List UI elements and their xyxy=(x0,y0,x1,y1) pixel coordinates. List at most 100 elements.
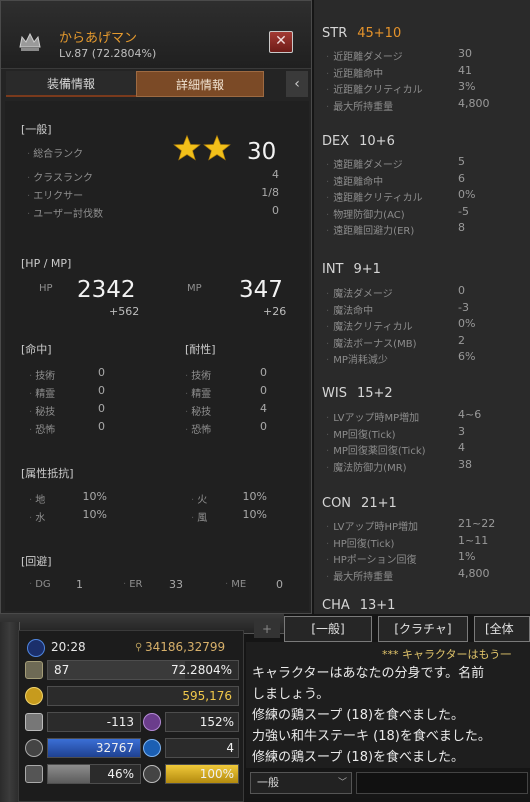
stat-row-value: 30 xyxy=(458,47,472,60)
stat-row-label: 魔法クリティカル xyxy=(326,318,412,333)
stat-row-label: 近距離クリティカル xyxy=(326,81,422,96)
rank-label: 総合ランク xyxy=(27,145,83,160)
resist-value: 0 xyxy=(260,420,267,433)
stat-row-value: 1% xyxy=(458,550,476,563)
stat-row-label: 近距離ダメージ xyxy=(326,48,403,63)
stat-row-label: 魔法ボーナス(MB) xyxy=(326,335,416,350)
element-value: 10% xyxy=(82,508,107,521)
stat-row-label: MP回復薬回復(Tick) xyxy=(326,442,425,457)
element-label: 地 xyxy=(29,491,45,506)
class-rank-label: クラスランク xyxy=(27,169,93,184)
exp-bar: 87 72.2804% xyxy=(47,660,239,680)
stat-row-value: 21~22 xyxy=(458,517,496,530)
chevron-down-icon: ﹀ xyxy=(337,778,347,788)
evasion-title: [回避] xyxy=(21,555,52,568)
element-value: 10% xyxy=(242,490,267,503)
stat-row-label: 魔法ダメージ xyxy=(326,285,393,300)
stat-row-value: 4,800 xyxy=(458,96,490,110)
user-kills-label: ユーザー討伐数 xyxy=(27,205,103,220)
chat-log[interactable]: *** キャラクターはもう一 キャラクターはあなたの分身です。名前 しましょう。… xyxy=(246,642,530,768)
weight-icon xyxy=(25,765,43,783)
me-label: ME xyxy=(225,579,246,590)
mr-value: 152% xyxy=(199,715,234,729)
hp-label: HP xyxy=(39,283,53,294)
chat-tabs: [一般] [クラチャ] [全体 xyxy=(284,616,530,642)
stat-group-str: STR 45+10 xyxy=(322,26,401,41)
stat-row-label: 遠距離クリティカル xyxy=(326,189,422,204)
tab-equipment[interactable]: 装備情報 xyxy=(6,71,136,97)
hp-bar-value: 32767 xyxy=(95,741,134,755)
resist-label: 精霊 xyxy=(185,385,211,400)
chat-tab-clan[interactable]: [クラチャ] xyxy=(378,616,468,642)
stat-row-label: MP消耗減少 xyxy=(326,351,388,366)
hit-label: 秘技 xyxy=(29,403,55,418)
hp-bonus: +562 xyxy=(109,305,140,318)
hp-bar: 32767 xyxy=(47,738,141,758)
stat-row-value: 38 xyxy=(458,457,472,471)
location-pin-icon: ⚲ xyxy=(135,642,143,653)
element-title: [属性抵抗] xyxy=(21,467,74,480)
adena-value: 595,176 xyxy=(182,689,232,703)
mr-field: 152% xyxy=(165,712,239,732)
hit-value: 0 xyxy=(98,384,105,397)
base-stats-panel: STR45+10近距離ダメージ30近距離命中41近距離クリティカル3%最大所持重… xyxy=(314,0,530,614)
class-rank-value: 4 xyxy=(272,168,279,181)
stat-group-wis: WIS 15+2 xyxy=(322,386,393,401)
element-value: 10% xyxy=(242,508,267,521)
add-chat-tab-button[interactable]: + xyxy=(254,620,280,638)
adena-field: 595,176 xyxy=(47,686,239,706)
elixir-label: エリクサー xyxy=(27,187,83,202)
food-bar: 100% xyxy=(165,764,239,784)
stat-row-value: 4~6 xyxy=(458,408,482,421)
stat-row-value: 41 xyxy=(458,63,472,77)
stat-value: 21+1 xyxy=(361,496,397,511)
mana-orb-icon xyxy=(143,739,161,757)
resist-value: 4 xyxy=(260,402,267,415)
chat-tab-general[interactable]: [一般] xyxy=(284,616,372,642)
stat-row-value: -5 xyxy=(458,204,469,218)
stat-row-value: 1~11 xyxy=(458,533,489,547)
stat-row-value: 3 xyxy=(458,424,465,438)
stat-row-label: 遠距離回避力(ER) xyxy=(326,222,414,237)
stat-row-value: 4,800 xyxy=(458,566,490,580)
stat-row-label: 物理防御力(AC) xyxy=(326,206,404,221)
chat-input-row: 一般 ﹀ xyxy=(246,770,530,798)
stat-row-value: 4 xyxy=(458,441,465,454)
ac-value: -113 xyxy=(106,715,134,729)
food-value: 100% xyxy=(199,767,234,781)
general-title: [一般] xyxy=(21,123,52,136)
ac-field: -113 xyxy=(47,712,141,732)
chat-line: 修練の鶏スープ (18)を食べました。 xyxy=(252,708,465,723)
shield-icon xyxy=(25,713,43,731)
stat-row-label: 魔法命中 xyxy=(326,302,373,317)
sp-value: 4 xyxy=(226,741,234,755)
element-value: 10% xyxy=(82,490,107,503)
resist-value: 0 xyxy=(260,366,267,379)
element-label: 水 xyxy=(29,509,45,524)
weight-bar-fill xyxy=(48,765,91,783)
star-icon xyxy=(203,134,231,161)
stat-name: STR xyxy=(322,26,348,41)
stat-name: CON xyxy=(322,496,352,511)
resist-label: 恐怖 xyxy=(185,421,211,436)
hit-value: 0 xyxy=(98,366,105,379)
resist-label: 技術 xyxy=(185,367,211,382)
wings-icon xyxy=(25,739,43,757)
chevron-left-icon[interactable]: ‹ xyxy=(286,71,308,97)
close-button[interactable]: ✕ xyxy=(269,31,293,53)
tab-details[interactable]: 詳細情報 xyxy=(136,71,264,97)
chat-input[interactable] xyxy=(356,772,528,794)
chat-line: 修練の鶏スープ (18)を食べました。 xyxy=(252,750,465,765)
exp-value: 72.2804% xyxy=(170,663,232,677)
chat-channel-select[interactable]: 一般 ﹀ xyxy=(250,772,352,794)
stat-name: DEX xyxy=(322,134,350,149)
weight-value: 46% xyxy=(107,767,134,781)
stat-row-value: 6 xyxy=(458,171,465,185)
chat-tab-all[interactable]: [全体 xyxy=(474,616,530,642)
detail-stats: [一般] 総合ランク 30 クラスランク 4 エリクサー 1/8 ユーザー討伐数… xyxy=(5,101,309,611)
er-label: ER xyxy=(123,579,142,590)
stat-value: 13+1 xyxy=(359,598,396,613)
stat-row-label: LVアップ時MP増加 xyxy=(326,409,419,424)
stat-row-value: 0 xyxy=(458,284,465,297)
user-kills-value: 0 xyxy=(272,204,279,217)
